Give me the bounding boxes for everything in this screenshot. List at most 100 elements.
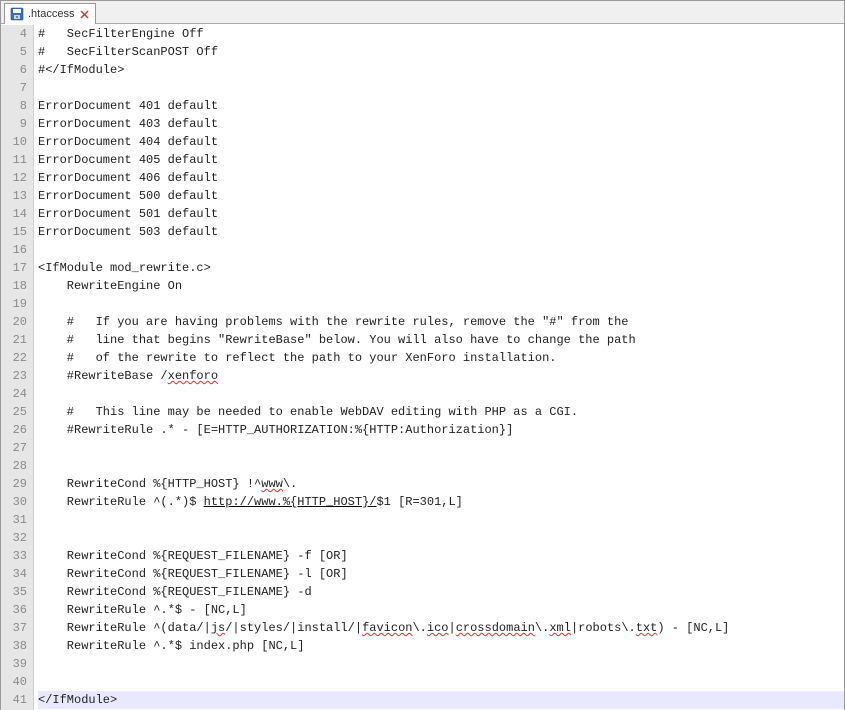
code-line[interactable]: ErrorDocument 406 default bbox=[38, 169, 844, 187]
code-segment: # SecFilterEngine Off bbox=[38, 27, 204, 41]
code-line[interactable]: <IfModule mod_rewrite.c> bbox=[38, 259, 844, 277]
line-number: 18 bbox=[5, 277, 27, 295]
line-number: 6 bbox=[5, 61, 27, 79]
line-number: 15 bbox=[5, 223, 27, 241]
code-line[interactable] bbox=[38, 457, 844, 475]
close-icon[interactable] bbox=[78, 8, 90, 20]
code-segment: RewriteRule ^(.*)$ bbox=[38, 495, 204, 509]
code-area[interactable]: # SecFilterEngine Off # SecFilterScanPOST… bbox=[34, 25, 844, 710]
code-line[interactable]: # line that begins "RewriteBase" below. … bbox=[38, 331, 844, 349]
code-segment: ErrorDocument 405 default bbox=[38, 153, 218, 167]
code-segment: RewriteEngine On bbox=[38, 279, 182, 293]
code-line[interactable] bbox=[38, 439, 844, 457]
code-segment: #RewriteRule .* - [E=HTTP_AUTHORIZATION:… bbox=[38, 423, 513, 437]
code-segment: ErrorDocument 503 default bbox=[38, 225, 218, 239]
code-segment: ) - [NC,L] bbox=[657, 621, 729, 635]
line-number: 8 bbox=[5, 97, 27, 115]
code-line[interactable] bbox=[38, 511, 844, 529]
line-number: 27 bbox=[5, 439, 27, 457]
code-line[interactable]: RewriteCond %{REQUEST_FILENAME} -f [OR] bbox=[38, 547, 844, 565]
code-segment: RewriteCond %{REQUEST_FILENAME} -l [OR] bbox=[38, 567, 348, 581]
line-number: 7 bbox=[5, 79, 27, 97]
line-number: 35 bbox=[5, 583, 27, 601]
line-number: 29 bbox=[5, 475, 27, 493]
code-line[interactable]: RewriteRule ^(data/|js/|styles/|install/… bbox=[38, 619, 844, 637]
code-segment: ErrorDocument 401 default bbox=[38, 99, 218, 113]
code-line[interactable]: # If you are having problems with the re… bbox=[38, 313, 844, 331]
code-line[interactable]: ErrorDocument 501 default bbox=[38, 205, 844, 223]
line-number: 12 bbox=[5, 169, 27, 187]
code-line[interactable] bbox=[38, 79, 844, 97]
code-line[interactable]: RewriteRule ^(.*)$ http://www.%{HTTP_HOS… bbox=[38, 493, 844, 511]
code-line[interactable]: RewriteCond %{REQUEST_FILENAME} -l [OR] bbox=[38, 565, 844, 583]
code-segment: \. bbox=[412, 621, 426, 635]
line-number: 28 bbox=[5, 457, 27, 475]
code-line[interactable]: #RewriteBase /xenforo bbox=[38, 367, 844, 385]
code-line[interactable]: ErrorDocument 404 default bbox=[38, 133, 844, 151]
file-tab-htaccess[interactable]: .htaccess bbox=[4, 3, 96, 24]
code-segment: RewriteCond %{HTTP_HOST} !^ bbox=[38, 477, 261, 491]
code-segment: #</IfModule> bbox=[38, 63, 124, 77]
line-number: 9 bbox=[5, 115, 27, 133]
code-segment: RewriteRule ^(data/| bbox=[38, 621, 211, 635]
code-line[interactable] bbox=[38, 241, 844, 259]
code-segment: /|styles/|install/| bbox=[225, 621, 362, 635]
code-segment: ErrorDocument 501 default bbox=[38, 207, 218, 221]
disk-icon bbox=[10, 7, 24, 21]
code-segment: # If you are having problems with the re… bbox=[38, 315, 629, 329]
line-number: 26 bbox=[5, 421, 27, 439]
code-line[interactable]: ErrorDocument 403 default bbox=[38, 115, 844, 133]
code-line[interactable] bbox=[38, 295, 844, 313]
line-number-gutter: 4567891011121314151617181920212223242526… bbox=[1, 25, 34, 710]
code-line[interactable]: ErrorDocument 405 default bbox=[38, 151, 844, 169]
line-number: 5 bbox=[5, 43, 27, 61]
code-line[interactable] bbox=[38, 655, 844, 673]
code-line[interactable] bbox=[38, 673, 844, 691]
code-line[interactable] bbox=[38, 385, 844, 403]
code-line[interactable]: # SecFilterEngine Off bbox=[38, 25, 844, 43]
code-line[interactable]: RewriteCond %{REQUEST_FILENAME} -d bbox=[38, 583, 844, 601]
code-segment: RewriteCond %{REQUEST_FILENAME} -f [OR] bbox=[38, 549, 348, 563]
code-segment: RewriteRule ^.*$ index.php [NC,L] bbox=[38, 639, 304, 653]
code-segment: crossdomain bbox=[456, 621, 535, 635]
line-number: 36 bbox=[5, 601, 27, 619]
code-line[interactable]: RewriteEngine On bbox=[38, 277, 844, 295]
line-number: 34 bbox=[5, 565, 27, 583]
code-line[interactable]: </IfModule> bbox=[38, 691, 844, 709]
code-segment: |robots\. bbox=[571, 621, 636, 635]
code-line[interactable]: #RewriteRule .* - [E=HTTP_AUTHORIZATION:… bbox=[38, 421, 844, 439]
line-number: 14 bbox=[5, 205, 27, 223]
code-segment: # SecFilterScanPOST Off bbox=[38, 45, 218, 59]
code-line[interactable]: ErrorDocument 500 default bbox=[38, 187, 844, 205]
line-number: 4 bbox=[5, 25, 27, 43]
code-line[interactable]: RewriteRule ^.*$ - [NC,L] bbox=[38, 601, 844, 619]
code-segment: ErrorDocument 403 default bbox=[38, 117, 218, 131]
code-line[interactable]: RewriteRule ^.*$ index.php [NC,L] bbox=[38, 637, 844, 655]
code-segment: ErrorDocument 500 default bbox=[38, 189, 218, 203]
code-line[interactable]: ErrorDocument 503 default bbox=[38, 223, 844, 241]
line-number: 23 bbox=[5, 367, 27, 385]
code-line[interactable]: # This line may be needed to enable WebD… bbox=[38, 403, 844, 421]
line-number: 33 bbox=[5, 547, 27, 565]
line-number: 31 bbox=[5, 511, 27, 529]
code-line[interactable]: # SecFilterScanPOST Off bbox=[38, 43, 844, 61]
code-line[interactable]: RewriteCond %{HTTP_HOST} !^www\. bbox=[38, 475, 844, 493]
tab-bar: .htaccess bbox=[1, 1, 844, 24]
code-line[interactable]: #</IfModule> bbox=[38, 61, 844, 79]
line-number: 13 bbox=[5, 187, 27, 205]
line-number: 39 bbox=[5, 655, 27, 673]
code-segment: txt bbox=[636, 621, 658, 635]
code-segment: #RewriteBase / bbox=[38, 369, 168, 383]
code-line[interactable] bbox=[38, 529, 844, 547]
line-number: 11 bbox=[5, 151, 27, 169]
code-line[interactable]: ErrorDocument 401 default bbox=[38, 97, 844, 115]
code-segment: xenforo bbox=[168, 369, 218, 383]
code-line[interactable]: # of the rewrite to reflect the path to … bbox=[38, 349, 844, 367]
code-segment: www bbox=[261, 477, 283, 491]
line-number: 38 bbox=[5, 637, 27, 655]
code-editor[interactable]: 4567891011121314151617181920212223242526… bbox=[1, 24, 844, 710]
line-number: 37 bbox=[5, 619, 27, 637]
line-number: 32 bbox=[5, 529, 27, 547]
code-segment: favicon bbox=[362, 621, 412, 635]
code-segment: # This line may be needed to enable WebD… bbox=[38, 405, 578, 419]
